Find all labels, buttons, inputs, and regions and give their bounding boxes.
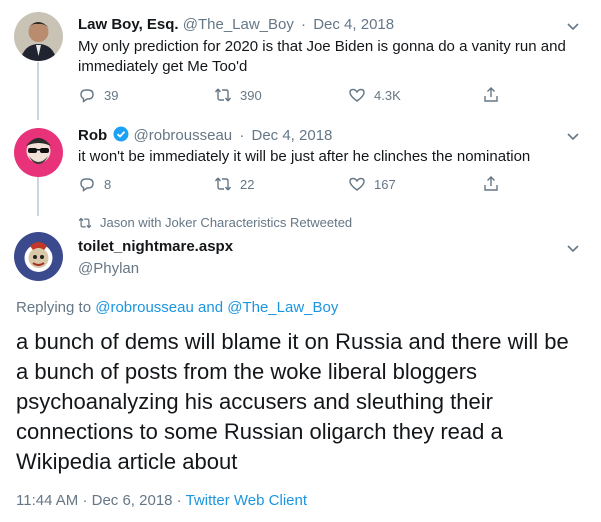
tweet-actions: 8 22 167 [78, 175, 518, 195]
author-name[interactable]: Law Boy, Esq. [78, 16, 179, 33]
share-icon [484, 87, 498, 102]
tweet-metadata: 11:44 AM · Dec 6, 2018 · Twitter Web Cli… [16, 492, 307, 509]
tweet-text: My only prediction for 2020 is that Joe … [78, 38, 566, 75]
tweet-time[interactable]: 11:44 AM [16, 492, 78, 509]
author-handle[interactable]: @robrousseau [134, 127, 233, 144]
reply-icon [80, 178, 94, 192]
like-button[interactable]: 4.3K [348, 86, 401, 104]
like-button[interactable]: 167 [348, 175, 396, 193]
share-button[interactable] [482, 175, 500, 193]
replying-to: Replying to @robrousseau and @The_Law_Bo… [16, 299, 338, 316]
share-icon [484, 176, 498, 191]
main-author-handle[interactable]: @Phylan [78, 260, 139, 277]
retweet-icon [214, 88, 232, 102]
reply-icon [80, 89, 94, 103]
heart-icon [349, 88, 365, 102]
author-name[interactable]: Rob [78, 127, 107, 144]
avatar[interactable] [14, 128, 63, 177]
verified-badge-icon [113, 126, 129, 142]
tweet-date[interactable]: Dec 6, 2018 [92, 492, 173, 509]
tweet-client-link[interactable]: Twitter Web Client [186, 492, 307, 509]
avatar[interactable] [14, 232, 63, 281]
chevron-down-icon[interactable] [565, 18, 581, 34]
separator-dot: · [176, 492, 182, 509]
separator-dot: · [301, 16, 307, 33]
reply-button[interactable]: 39 [78, 86, 118, 104]
share-button[interactable] [482, 86, 500, 104]
tweet-date[interactable]: Dec 4, 2018 [251, 127, 332, 144]
avatar[interactable] [14, 12, 63, 61]
reply-button[interactable]: 8 [78, 175, 111, 193]
reply-count: 39 [104, 87, 119, 103]
like-count: 4.3K [374, 87, 401, 103]
retweeted-text: Jason with Joker Characteristics Retweet… [100, 215, 353, 230]
tweet-header: Law Boy, Esq. @The_Law_Boy · Dec 4, 2018 [78, 16, 394, 33]
separator-dot: · [239, 127, 245, 144]
retweet-count: 390 [240, 87, 262, 103]
tweet-date[interactable]: Dec 4, 2018 [313, 16, 394, 33]
heart-icon [349, 177, 365, 191]
reply-count: 8 [104, 176, 112, 192]
chevron-down-icon[interactable] [565, 128, 581, 144]
retweeted-by-label[interactable]: Jason with Joker Characteristics Retweet… [78, 215, 352, 230]
retweet-button[interactable]: 22 [214, 175, 254, 193]
mention-link-robrousseau[interactable]: @robrousseau [95, 299, 194, 316]
retweet-icon [214, 177, 232, 191]
tweet-rob[interactable]: Rob @robrousseau · Dec 4, 2018 it won't … [0, 118, 601, 210]
retweet-count: 22 [240, 176, 255, 192]
like-count: 167 [374, 176, 396, 192]
tweet-law-boy[interactable]: Law Boy, Esq. @The_Law_Boy · Dec 4, 2018… [0, 0, 601, 118]
tweet-text: it won't be immediately it will be just … [78, 148, 531, 165]
tweet-actions: 39 390 4.3K [78, 86, 518, 106]
replying-prefix: Replying to [16, 299, 92, 316]
retweet-icon [78, 217, 92, 228]
main-tweet-text: a bunch of dems will blame it on Russia … [16, 329, 569, 474]
replying-and: and [198, 299, 224, 316]
separator-dot: · [82, 492, 88, 509]
author-handle[interactable]: @The_Law_Boy [183, 16, 294, 33]
chevron-down-icon[interactable] [565, 240, 581, 256]
tweet-header: Rob @robrousseau · Dec 4, 2018 [78, 126, 332, 144]
mention-link-the-law-boy[interactable]: @The_Law_Boy [227, 299, 338, 316]
retweet-button[interactable]: 390 [214, 86, 262, 104]
main-author-name[interactable]: toilet_nightmare.aspx [78, 238, 233, 255]
